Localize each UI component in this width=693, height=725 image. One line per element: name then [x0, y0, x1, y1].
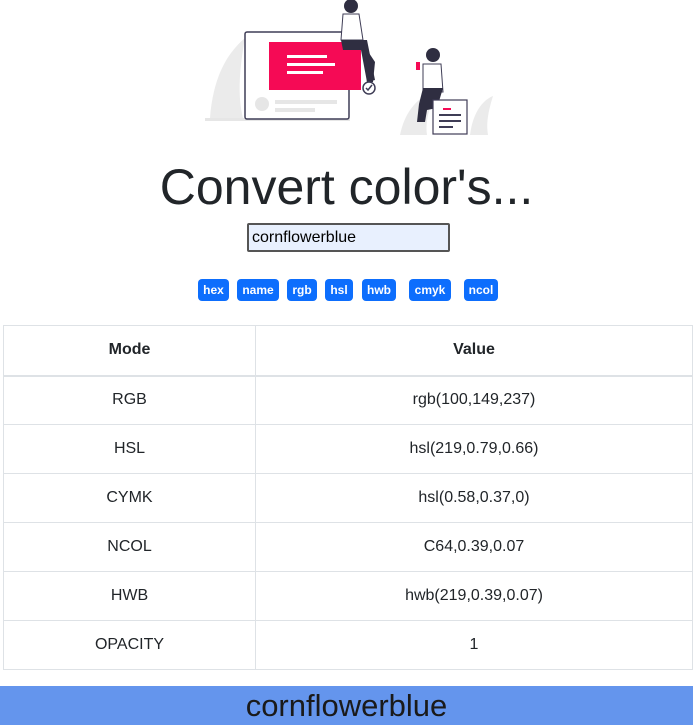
rgb-button[interactable]: rgb	[287, 279, 317, 301]
color-preview-swatch: cornflowerblue	[0, 686, 693, 725]
table-header-row: Mode Value	[3, 325, 693, 377]
mode-cell: RGB	[3, 375, 256, 425]
mode-column-header: Mode	[3, 325, 256, 377]
mode-cell: OPACITY	[3, 620, 256, 670]
table-row: HSL hsl(219,0.79,0.66)	[3, 424, 693, 474]
name-button[interactable]: name	[237, 279, 279, 301]
value-column-header: Value	[255, 325, 693, 377]
table-row: OPACITY 1	[3, 620, 693, 670]
mode-cell: HWB	[3, 571, 256, 621]
value-cell: C64,0.39,0.07	[255, 522, 693, 572]
mode-cell: CYMK	[3, 473, 256, 523]
table-row: HWB hwb(219,0.39,0.07)	[3, 571, 693, 621]
table-row: RGB rgb(100,149,237)	[3, 375, 693, 425]
page-title: Convert color's...	[159, 159, 534, 215]
value-cell: rgb(100,149,237)	[255, 375, 693, 425]
color-modes-table: Mode Value RGB rgb(100,149,237) HSL hsl(…	[3, 325, 693, 670]
hwb-button[interactable]: hwb	[362, 279, 396, 301]
hsl-button[interactable]: hsl	[325, 279, 353, 301]
hero-illustration	[205, 0, 493, 135]
value-cell: hsl(219,0.79,0.66)	[255, 424, 693, 474]
ncol-button[interactable]: ncol	[464, 279, 498, 301]
cmyk-button[interactable]: cmyk	[409, 279, 451, 301]
mode-cell: HSL	[3, 424, 256, 474]
color-input[interactable]	[247, 223, 450, 252]
hex-button[interactable]: hex	[198, 279, 229, 301]
mode-cell: NCOL	[3, 522, 256, 572]
value-cell: hsl(0.58,0.37,0)	[255, 473, 693, 523]
value-cell: 1	[255, 620, 693, 670]
table-row: CYMK hsl(0.58,0.37,0)	[3, 473, 693, 523]
value-cell: hwb(219,0.39,0.07)	[255, 571, 693, 621]
table-row: NCOL C64,0.39,0.07	[3, 522, 693, 572]
